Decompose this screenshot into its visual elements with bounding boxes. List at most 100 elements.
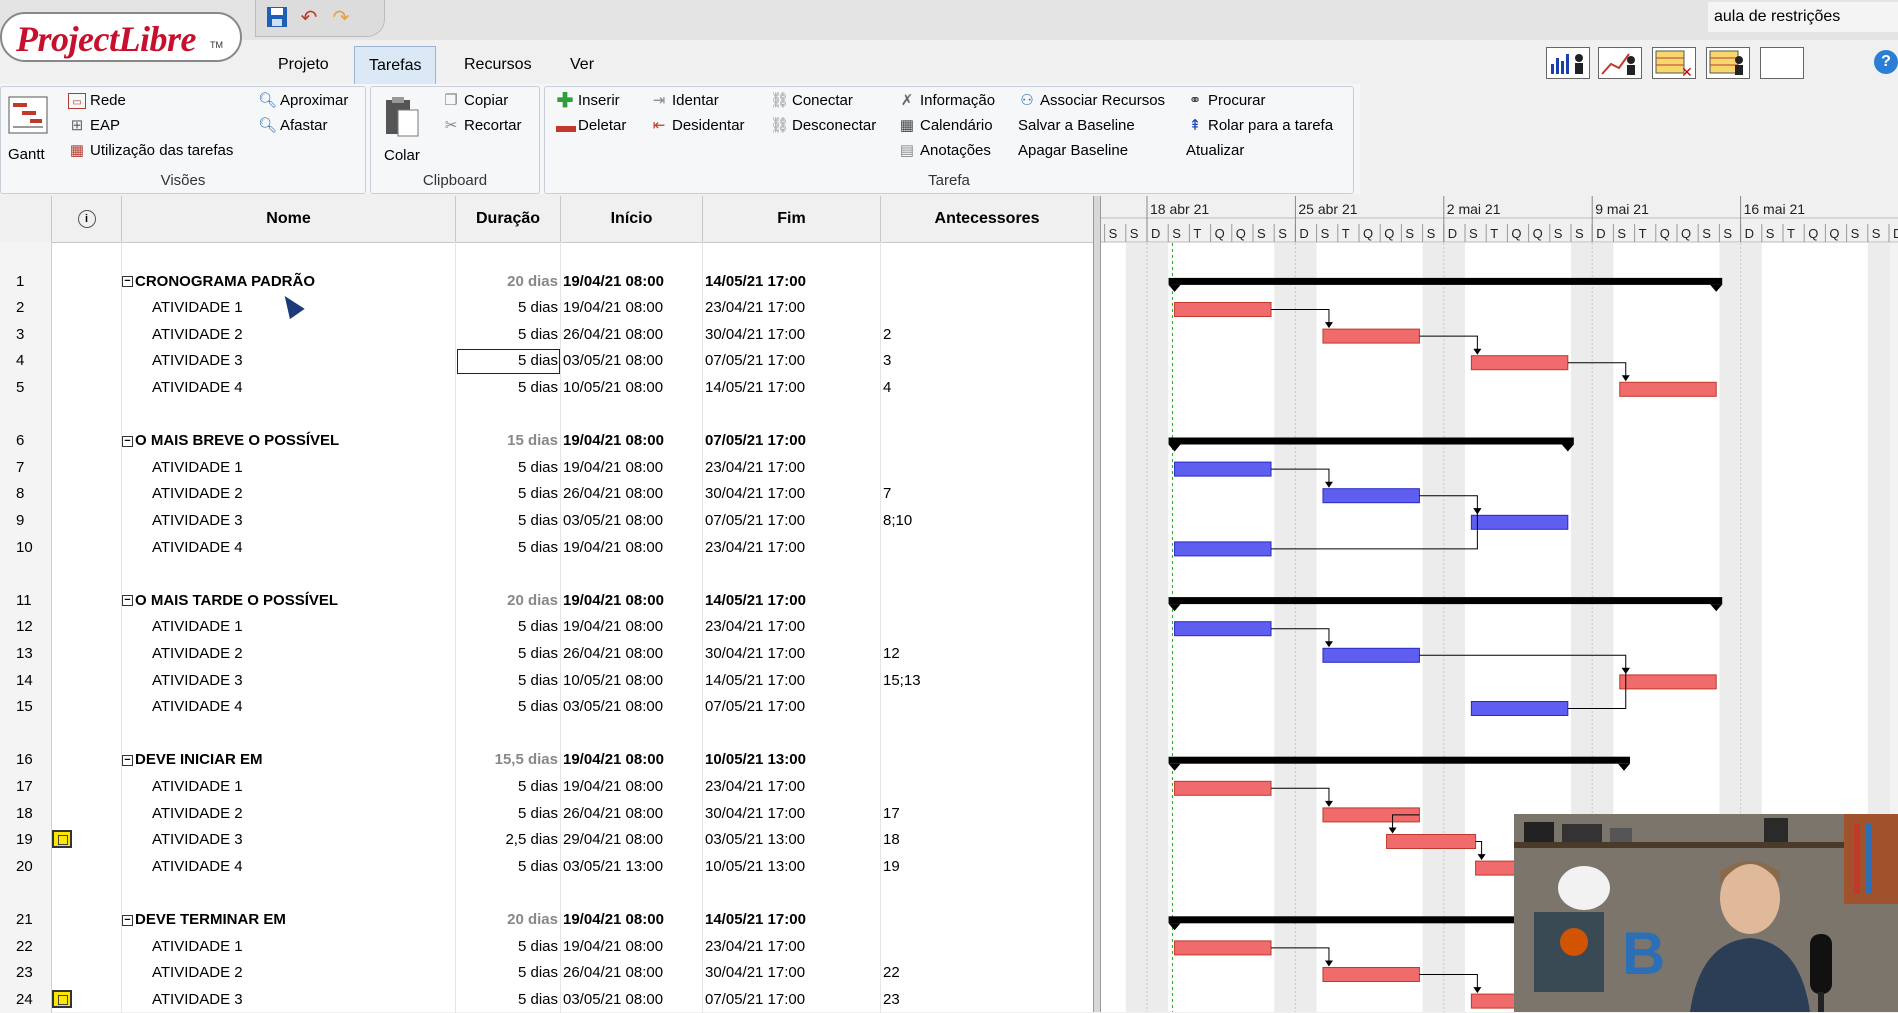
row-indicator[interactable] <box>52 720 122 748</box>
finish-cell[interactable] <box>703 242 881 269</box>
duration-cell[interactable]: 5 dias <box>456 853 561 881</box>
row-indicator[interactable] <box>52 321 122 349</box>
task-usage-view-button[interactable]: ✕ <box>1652 47 1696 80</box>
row-number[interactable]: 24 <box>0 986 52 1013</box>
start-cell[interactable] <box>561 561 703 588</box>
table-row[interactable]: 23 ATIVIDADE 2 5 dias 26/04/21 08:00 30/04/2… <box>0 960 1093 987</box>
predecessors-cell[interactable] <box>881 455 1093 482</box>
task-name-cell[interactable] <box>122 561 456 588</box>
finish-cell[interactable]: 14/05/21 17:00 <box>703 375 881 402</box>
row-indicator[interactable] <box>52 853 122 881</box>
task-name-cell[interactable] <box>122 401 456 429</box>
collapse-toggle-icon[interactable]: − <box>122 754 133 766</box>
utilizacao-tarefas-button[interactable]: ▦ Utilização das tarefas <box>68 140 234 162</box>
start-cell[interactable]: 19/04/21 08:00 <box>561 295 703 322</box>
task-name-cell[interactable]: ATIVIDADE 2 <box>122 481 456 508</box>
start-cell[interactable] <box>561 720 703 748</box>
row-number[interactable]: 10 <box>0 534 52 562</box>
table-row[interactable]: 24 ATIVIDADE 3 5 dias 03/05/21 08:00 07/05/2… <box>0 986 1093 1013</box>
row-number[interactable]: 15 <box>0 694 52 721</box>
finish-cell[interactable] <box>703 401 881 429</box>
task-name-cell[interactable]: ATIVIDADE 1 <box>122 454 456 482</box>
predecessors-cell[interactable] <box>881 269 1093 296</box>
start-cell[interactable] <box>561 242 703 269</box>
row-number[interactable]: 21 <box>0 907 52 934</box>
table-row[interactable]: 13 ATIVIDADE 2 5 dias 26/04/21 08:00 30/04/2… <box>0 641 1093 668</box>
task-name-cell[interactable]: ATIVIDADE 3 <box>122 827 456 854</box>
task-name-cell[interactable]: ATIVIDADE 1 <box>122 933 456 961</box>
start-cell[interactable]: 03/05/21 08:00 <box>561 986 703 1013</box>
finish-cell[interactable]: 30/04/21 17:00 <box>703 481 881 508</box>
table-row[interactable]: 15 ATIVIDADE 4 5 dias 03/05/21 08:00 07/05/2… <box>0 694 1093 721</box>
task-name-cell[interactable]: − CRONOGRAMA PADRÃO <box>122 268 456 296</box>
duration-cell[interactable] <box>456 720 561 748</box>
row-indicator[interactable] <box>52 242 122 269</box>
predecessors-cell[interactable] <box>881 428 1093 455</box>
table-row[interactable]: 12 ATIVIDADE 1 5 dias 19/04/21 08:00 23/04/2… <box>0 614 1093 641</box>
finish-cell[interactable]: 14/05/21 17:00 <box>703 268 881 296</box>
collapse-toggle-icon[interactable]: − <box>122 276 133 288</box>
row-indicator[interactable] <box>52 481 122 508</box>
row-indicator[interactable] <box>52 295 122 322</box>
table-row[interactable]: 14 ATIVIDADE 3 5 dias 10/05/21 08:00 14/05/2… <box>0 667 1093 695</box>
row-number[interactable]: 16 <box>0 747 52 774</box>
start-cell[interactable] <box>561 880 703 907</box>
table-row[interactable]: 20 ATIVIDADE 4 5 dias 03/05/21 13:00 10/05/2… <box>0 853 1093 881</box>
duration-cell[interactable]: 15,5 dias <box>456 747 561 774</box>
table-row-summary[interactable]: 21− DEVE TERMINAR EM 20 dias 19/04/21 08:00… <box>0 907 1093 934</box>
finish-cell[interactable] <box>703 720 881 748</box>
duration-cell[interactable]: 5 dias <box>456 986 561 1013</box>
desidentar-button[interactable]: ⇤ Desidentar <box>650 115 745 137</box>
table-row[interactable]: 2 ATIVIDADE 1 5 dias 19/04/21 08:00 23/04/21… <box>0 295 1093 322</box>
duration-cell[interactable]: 5 dias <box>456 774 561 801</box>
row-number[interactable]: 6 <box>0 428 52 455</box>
start-cell[interactable]: 19/04/21 08:00 <box>561 747 703 774</box>
finish-cell[interactable]: 23/04/21 17:00 <box>703 534 881 562</box>
apagar-baseline-button[interactable]: Apagar Baseline <box>1018 140 1128 162</box>
predecessors-cell[interactable] <box>881 880 1093 907</box>
predecessors-cell[interactable] <box>881 561 1093 588</box>
colar-button[interactable]: Colar <box>384 145 420 167</box>
finish-cell[interactable]: 07/05/21 17:00 <box>703 694 881 721</box>
aproximar-button[interactable]: 🔍︎ Aproximar <box>258 90 348 112</box>
task-name-cell[interactable]: − O MAIS BREVE O POSSÍVEL <box>122 428 456 455</box>
finish-cell[interactable]: 30/04/21 17:00 <box>703 800 881 828</box>
task-name-cell[interactable]: ATIVIDADE 4 <box>122 694 456 721</box>
gantt-button[interactable]: Gantt <box>8 144 45 166</box>
row-number[interactable] <box>0 242 52 269</box>
duration-cell[interactable]: 15 dias <box>456 428 561 455</box>
tab-ver[interactable]: Ver <box>556 46 608 84</box>
row-number[interactable]: 19 <box>0 827 52 854</box>
save-icon[interactable] <box>264 4 290 30</box>
header-inicio[interactable]: Início <box>561 196 703 242</box>
row-number[interactable]: 22 <box>0 933 52 961</box>
start-cell[interactable]: 19/04/21 08:00 <box>561 907 703 934</box>
duration-cell[interactable]: 5 dias <box>456 694 561 721</box>
duration-cell[interactable]: 20 dias <box>456 268 561 296</box>
start-cell[interactable]: 26/04/21 08:00 <box>561 800 703 828</box>
start-cell[interactable]: 10/05/21 08:00 <box>561 667 703 695</box>
row-indicator[interactable] <box>52 960 122 987</box>
finish-cell[interactable]: 03/05/21 13:00 <box>703 827 881 854</box>
table-row-summary[interactable]: 1− CRONOGRAMA PADRÃO 20 dias 19/04/21 08:00… <box>0 268 1093 296</box>
task-name-cell[interactable]: ATIVIDADE 4 <box>122 853 456 881</box>
row-indicator[interactable] <box>52 986 122 1013</box>
redo-icon[interactable]: ↷ <box>328 4 354 30</box>
task-name-cell[interactable] <box>122 880 456 907</box>
row-number[interactable]: 14 <box>0 667 52 695</box>
duration-cell[interactable]: 5 dias <box>456 933 561 961</box>
table-row[interactable]: 3 ATIVIDADE 2 5 dias 26/04/21 08:00 30/04/21… <box>0 321 1093 349</box>
header-antecessores[interactable]: Antecessores <box>881 196 1093 242</box>
row-indicator[interactable] <box>52 641 122 668</box>
no-sub-view-button[interactable] <box>1760 47 1804 79</box>
row-number[interactable]: 2 <box>0 295 52 322</box>
gantt-icon[interactable] <box>8 96 48 134</box>
row-indicator[interactable] <box>52 508 122 535</box>
table-row[interactable]: 7 ATIVIDADE 1 5 dias 19/04/21 08:00 23/04/21… <box>0 454 1093 482</box>
start-cell[interactable]: 03/05/21 13:00 <box>561 853 703 881</box>
start-cell[interactable]: 03/05/21 08:00 <box>561 508 703 535</box>
calendario-button[interactable]: ▦ Calendário <box>898 115 993 137</box>
task-name-cell[interactable]: ATIVIDADE 2 <box>122 960 456 987</box>
resource-usage-view-button[interactable] <box>1706 47 1750 79</box>
start-cell[interactable]: 26/04/21 08:00 <box>561 321 703 349</box>
